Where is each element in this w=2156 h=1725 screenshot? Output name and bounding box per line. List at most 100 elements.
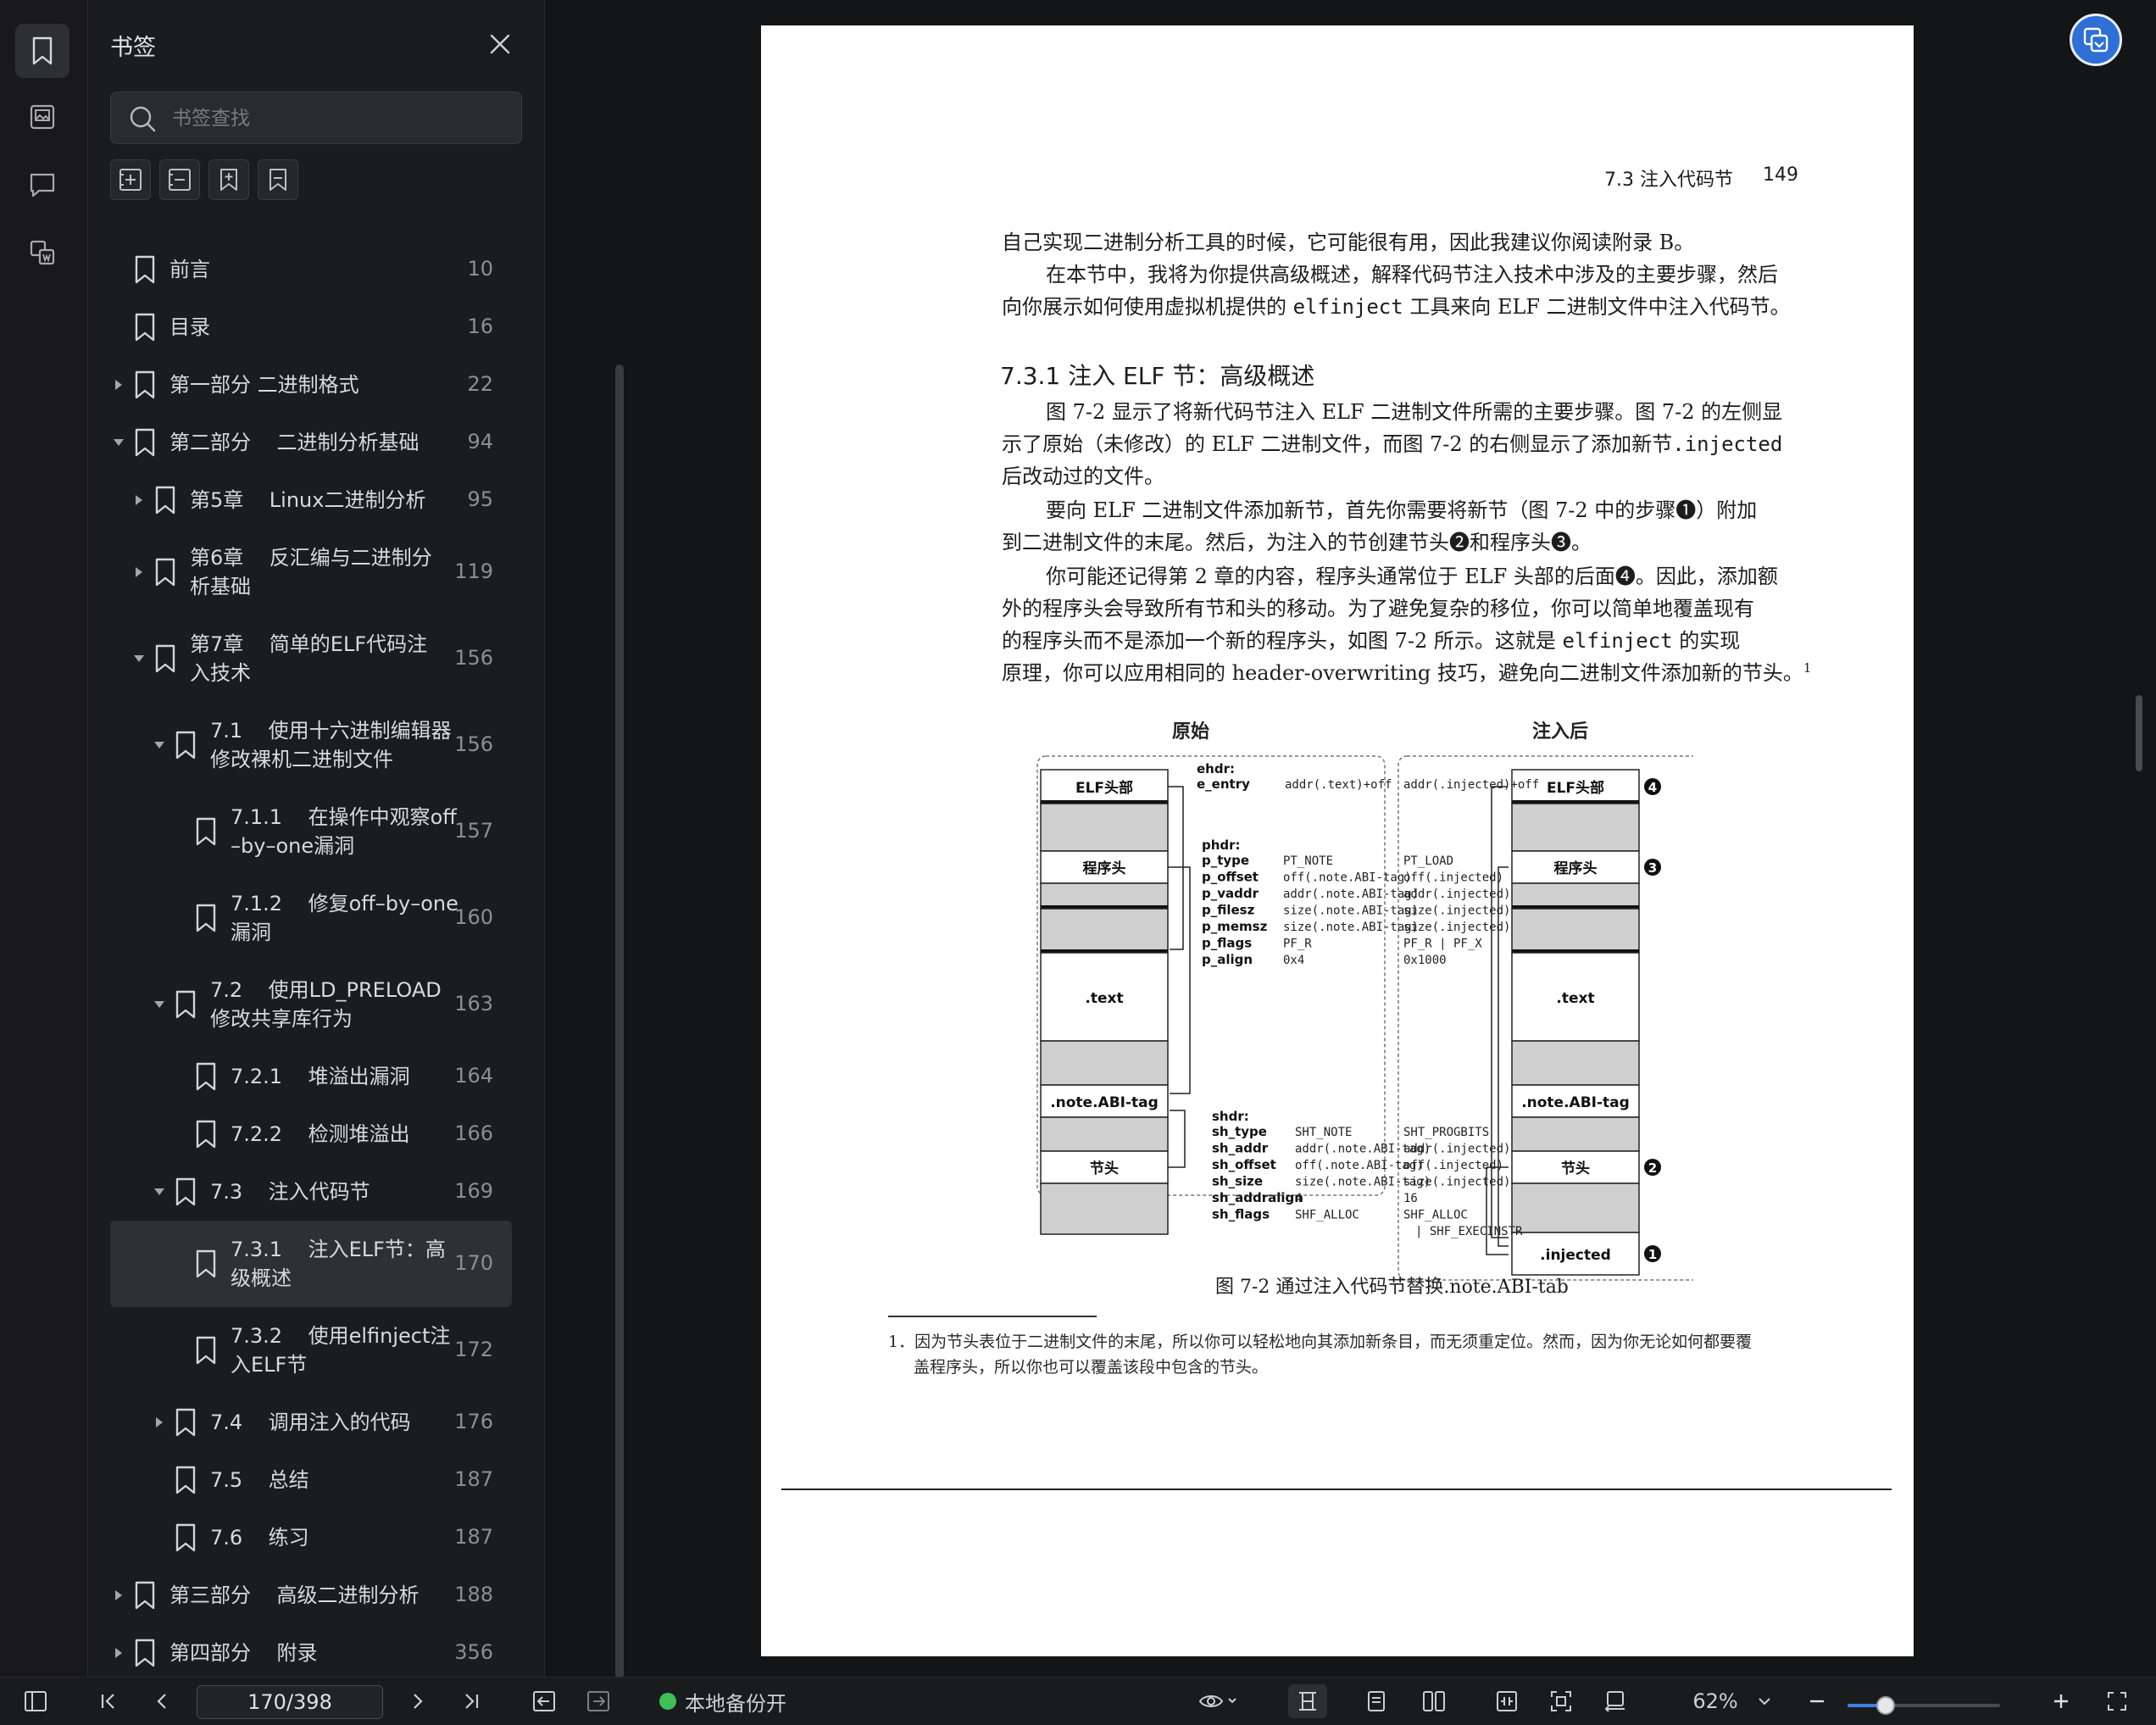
zoom-slider-handle[interactable] — [1876, 1696, 1895, 1715]
collapse-triangle-icon[interactable] — [132, 652, 146, 665]
collapse-all-button[interactable] — [159, 159, 200, 200]
expand-triangle-icon[interactable] — [112, 378, 125, 392]
single-page-icon — [1368, 1691, 1385, 1711]
bookmark-page-number: 172 — [454, 1338, 493, 1361]
bookmark-label: 7.2 使用LD_PRELOAD 修改共享库行为 — [210, 978, 442, 1031]
collapse-triangle-icon[interactable] — [153, 1185, 166, 1199]
close-panel-button[interactable] — [486, 31, 514, 58]
add-bookmark-icon — [220, 169, 237, 191]
bookmark-icon — [132, 1638, 158, 1668]
bookmark-item[interactable]: 7.3.2 使用elfinject注 入ELF节 172 — [110, 1307, 512, 1394]
double-page-button[interactable] — [1417, 1684, 1451, 1718]
expand-triangle-icon[interactable] — [112, 1646, 125, 1660]
shdr-left-value: SHF_ALLOC — [1295, 1209, 1359, 1222]
bookmark-icon — [153, 485, 178, 515]
expand-triangle-icon[interactable] — [132, 565, 146, 579]
single-page-button[interactable] — [1359, 1684, 1393, 1718]
phdr-field: p_align — [1202, 952, 1253, 967]
bookmark-search-input[interactable] — [170, 103, 504, 135]
back-button[interactable] — [527, 1684, 561, 1718]
panel-title: 书签 — [110, 35, 156, 61]
expand-triangle-icon[interactable] — [112, 1589, 125, 1602]
forward-button[interactable] — [581, 1684, 615, 1718]
bookmark-scrollbar[interactable] — [615, 364, 624, 1678]
prev-page-button[interactable] — [146, 1684, 180, 1718]
floating-action-button[interactable] — [2070, 14, 2122, 66]
bookmark-item[interactable]: 第5章 Linux二进制分析 95 — [110, 471, 512, 529]
bookmark-item[interactable]: 第二部分 二进制分析基础 94 — [110, 414, 512, 471]
bookmark-item[interactable]: 7.2.2 检测堆溢出 166 — [110, 1105, 512, 1163]
text-span: 的实现 — [1672, 629, 1741, 653]
bookmark-item[interactable]: 7.4 调用注入的代码 176 — [110, 1394, 512, 1451]
last-page-button[interactable] — [454, 1684, 488, 1718]
bookmark-item[interactable]: 7.3 注入代码节 169 — [110, 1163, 512, 1221]
expand-triangle-icon[interactable] — [132, 493, 146, 507]
collapse-triangle-icon[interactable] — [153, 738, 166, 752]
collapse-triangle-icon[interactable] — [153, 998, 166, 1011]
bookmark-item[interactable]: 7.3.1 注入ELF节：高 级概述 170 — [110, 1221, 512, 1307]
shdr-right-value: SHT_PROGBITS — [1403, 1126, 1489, 1139]
bookmark-item[interactable]: 第6章 反汇编与二进制分 析基础 119 — [110, 529, 512, 615]
bookmark-item[interactable]: 目录 16 — [110, 298, 512, 356]
bookmark-page-number: 188 — [454, 1583, 493, 1606]
figure-block — [1040, 908, 1169, 954]
shdr-field: sh_type — [1212, 1124, 1267, 1139]
bookmark-item[interactable]: 第7章 简单的ELF代码注 入技术 156 — [110, 615, 512, 702]
fullscreen-button[interactable] — [2100, 1684, 2134, 1718]
toggle-sidebar-button[interactable] — [17, 1684, 54, 1718]
bookmark-item[interactable]: 7.1.2 修复off–by–one 漏洞 160 — [110, 875, 512, 961]
bookmark-page-number: 157 — [454, 819, 493, 843]
add-bookmark-button[interactable] — [208, 159, 249, 200]
zoom-slider[interactable] — [1848, 1696, 2000, 1715]
zoom-out-button[interactable] — [1800, 1684, 1834, 1718]
collapse-triangle-icon[interactable] — [112, 436, 125, 449]
bookmark-item[interactable]: 7.6 练习 187 — [110, 1509, 512, 1566]
bookmark-item[interactable]: 7.1.1 在操作中观察off –by–one漏洞 157 — [110, 788, 512, 875]
fit-page-button[interactable] — [1544, 1684, 1578, 1718]
bookmark-page-number: 187 — [454, 1467, 493, 1491]
rotate-button[interactable] — [1598, 1684, 1632, 1718]
bookmark-item[interactable]: 7.1 使用十六进制编辑器 修改裸机二进制文件 156 — [110, 702, 512, 788]
next-page-button[interactable] — [400, 1684, 434, 1718]
text-span: 示了原始（未修改）的 ELF 二进制文件，而图 7-2 的右侧显示了添加新节 — [1002, 432, 1673, 456]
bookmark-item[interactable]: 7.2.1 堆溢出漏洞 164 — [110, 1048, 512, 1105]
thumbnail-panel-button[interactable] — [15, 90, 69, 144]
figure-block — [1040, 1116, 1169, 1152]
bookmark-item[interactable]: 第四部分 附录 356 — [110, 1624, 512, 1682]
figure-block-label: 节头 — [1090, 1160, 1119, 1177]
footnote-ref: 1 — [1803, 660, 1812, 676]
e-entry-field: e_entry — [1197, 776, 1250, 792]
bookmark-page-number: 156 — [454, 732, 493, 756]
bookmark-item[interactable]: 7.5 总结 187 — [110, 1451, 512, 1509]
figure-block — [1511, 803, 1640, 852]
expand-triangle-icon[interactable] — [153, 1416, 166, 1429]
first-page-icon — [101, 1694, 114, 1709]
zoom-in-button[interactable] — [2044, 1684, 2078, 1718]
bookmark-item[interactable]: 第一部分 二进制格式 22 — [110, 356, 512, 414]
bookmark-item[interactable]: 第三部分 高级二进制分析 188 — [110, 1566, 512, 1624]
view-mode-button[interactable] — [1193, 1684, 1244, 1718]
fit-width-button[interactable] — [1490, 1684, 1524, 1718]
paragraph-5-line-1: 你可能还记得第 2 章的内容，程序头通常位于 ELF 头部的后面❹。因此，添加额 — [1046, 565, 1778, 588]
local-backup-toggle[interactable]: 本地备份开 — [659, 1684, 803, 1718]
bookmark-label: 7.2.2 检测堆溢出 — [231, 1122, 410, 1146]
bookmark-item[interactable]: 前言 10 — [110, 241, 512, 298]
zoom-select[interactable]: 62% — [1681, 1684, 1783, 1718]
bookmark-label: 第三部分 高级二进制分析 — [169, 1583, 420, 1607]
expand-all-button[interactable] — [110, 159, 151, 200]
translate-panel-button[interactable] — [15, 225, 69, 280]
page-bottom-rule — [781, 1489, 1892, 1490]
page-indicator: 170/398 — [247, 1690, 332, 1714]
figure-block-label: 程序头 — [1554, 860, 1598, 877]
figure-block-label: 节头 — [1561, 1160, 1590, 1177]
bookmark-panel-button[interactable] — [15, 24, 69, 78]
page-number-input[interactable]: 170/398 — [197, 1685, 383, 1719]
first-page-button[interactable] — [92, 1684, 125, 1718]
figure-block — [1511, 882, 1640, 910]
shdr-left-value: SHT_NOTE — [1295, 1126, 1352, 1139]
comments-panel-button[interactable] — [15, 158, 69, 212]
continuous-scroll-button[interactable] — [1288, 1684, 1327, 1718]
document-scrollbar[interactable] — [2136, 695, 2142, 771]
bookmark-item[interactable]: 7.2 使用LD_PRELOAD 修改共享库行为 163 — [110, 961, 512, 1048]
bookmark-style-button[interactable] — [258, 159, 298, 200]
